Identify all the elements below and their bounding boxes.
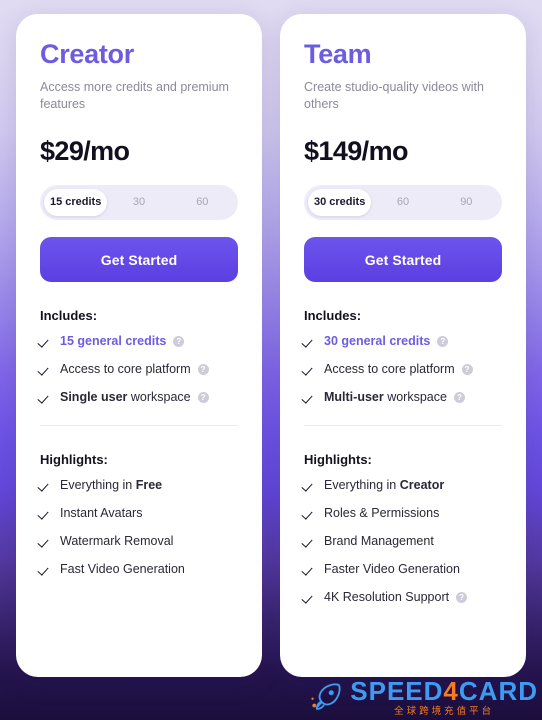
check-icon: [304, 592, 315, 603]
watermark: SPEED4CARD 全球跨境充值平台: [310, 678, 538, 717]
feature-label: Everything in Creator: [324, 478, 444, 492]
list-item: Everything in Free: [40, 471, 238, 499]
check-icon: [40, 508, 51, 519]
check-icon: [40, 336, 51, 347]
feature-label: Faster Video Generation: [324, 562, 460, 577]
feature-label-bold: Creator: [399, 478, 445, 493]
credit-option-2[interactable]: 90: [435, 189, 498, 216]
plan-name: Team: [304, 39, 372, 69]
feature-label: 15 general credits: [60, 334, 167, 349]
feature-label-bold: Single user: [60, 390, 128, 405]
pricing-page: Creator Access more credits and premium …: [0, 0, 542, 720]
includes-title: Includes:: [40, 308, 98, 324]
list-item: 15 general credits ?: [40, 327, 238, 355]
feature-label: Roles & Permissions: [324, 506, 440, 521]
highlights-list: Everything in Free Instant Avatars Water…: [40, 471, 238, 583]
feature-label: Single user workspace: [60, 390, 191, 404]
list-item: Instant Avatars: [40, 499, 238, 527]
plan-name: Creator: [40, 39, 134, 69]
list-item: Faster Video Generation: [304, 555, 502, 583]
check-icon: [304, 564, 315, 575]
feature-label: Everything in Free: [60, 478, 162, 492]
feature-label: Fast Video Generation: [60, 562, 185, 577]
highlights-title: Highlights:: [40, 452, 108, 468]
info-icon[interactable]: ?: [197, 391, 209, 403]
get-started-button[interactable]: Get Started: [40, 237, 238, 283]
check-icon: [304, 536, 315, 547]
pricing-cards-container: Creator Access more credits and premium …: [16, 14, 526, 677]
plan-price: $29/mo: [40, 136, 130, 167]
includes-list: 15 general credits ? Access to core plat…: [40, 327, 238, 411]
pricing-card-team: Team Create studio-quality videos with o…: [280, 14, 526, 677]
feature-label: Multi-user workspace: [324, 390, 447, 404]
list-item: Watermark Removal: [40, 527, 238, 555]
feature-label: Access to core platform: [324, 362, 455, 377]
pricing-card-creator: Creator Access more credits and premium …: [16, 14, 262, 677]
divider: [304, 425, 502, 427]
credits-toggle[interactable]: 15 credits 30 60: [40, 185, 238, 221]
highlights-title: Highlights:: [304, 452, 372, 468]
check-icon: [304, 392, 315, 403]
plan-description: Access more credits and premium features: [40, 79, 229, 112]
info-icon[interactable]: ?: [197, 363, 209, 375]
rocket-icon: [311, 683, 341, 710]
includes-list: 30 general credits ? Access to core plat…: [304, 327, 502, 411]
check-icon: [40, 364, 51, 375]
check-icon: [304, 508, 315, 519]
feature-label-rest: workspace: [383, 390, 447, 405]
watermark-text: SPEED4CARD 全球跨境充值平台: [350, 678, 538, 717]
feature-label: Brand Management: [324, 534, 434, 549]
watermark-brand-part1: SPEED: [350, 675, 444, 706]
plan-description: Create studio-quality videos with others: [304, 79, 484, 112]
watermark-brand: SPEED4CARD: [350, 678, 538, 704]
list-item: Fast Video Generation: [40, 555, 238, 583]
feature-label: Instant Avatars: [60, 506, 143, 521]
check-icon: [40, 480, 51, 491]
check-icon: [40, 564, 51, 575]
info-icon[interactable]: ?: [437, 335, 449, 347]
list-item: 4K Resolution Support ?: [304, 583, 502, 611]
plan-price: $149/mo: [304, 136, 408, 167]
list-item: 30 general credits ?: [304, 327, 502, 355]
watermark-subtitle: 全球跨境充值平台: [394, 705, 495, 717]
feature-label-bold: Multi-user: [324, 390, 384, 405]
feature-label-rest: Everything in: [60, 478, 136, 493]
check-icon: [40, 536, 51, 547]
check-icon: [304, 336, 315, 347]
check-icon: [40, 392, 51, 403]
feature-label: 4K Resolution Support: [324, 590, 450, 605]
credit-option-2[interactable]: 60: [171, 189, 234, 216]
credit-option-0[interactable]: 15 credits: [44, 189, 108, 217]
highlights-list: Everything in Creator Roles & Permission…: [304, 471, 502, 611]
info-icon[interactable]: ?: [461, 363, 473, 375]
feature-label-rest: Everything in: [324, 478, 400, 493]
watermark-brand-digit: 4: [443, 675, 459, 706]
feature-label: Watermark Removal: [60, 534, 174, 549]
feature-label: 30 general credits: [324, 334, 431, 349]
list-item: Access to core platform ?: [304, 355, 502, 383]
includes-title: Includes:: [304, 308, 362, 324]
check-icon: [304, 480, 315, 491]
credit-option-0[interactable]: 30 credits: [308, 189, 372, 217]
credit-option-1[interactable]: 60: [371, 189, 434, 216]
check-icon: [304, 364, 315, 375]
get-started-button[interactable]: Get Started: [304, 237, 502, 283]
divider: [40, 425, 238, 427]
feature-label-rest: workspace: [127, 390, 191, 405]
info-icon[interactable]: ?: [456, 591, 468, 603]
list-item: Everything in Creator: [304, 471, 502, 499]
feature-label-bold: Free: [135, 478, 163, 493]
list-item: Roles & Permissions: [304, 499, 502, 527]
list-item: Single user workspace ?: [40, 383, 238, 411]
feature-label: Access to core platform: [60, 362, 191, 377]
watermark-brand-part2: CARD: [458, 675, 538, 706]
credit-option-1[interactable]: 30: [107, 189, 170, 216]
info-icon[interactable]: ?: [453, 391, 465, 403]
list-item: Access to core platform ?: [40, 355, 238, 383]
list-item: Brand Management: [304, 527, 502, 555]
info-icon[interactable]: ?: [173, 335, 185, 347]
credits-toggle[interactable]: 30 credits 60 90: [304, 185, 502, 221]
list-item: Multi-user workspace ?: [304, 383, 502, 411]
